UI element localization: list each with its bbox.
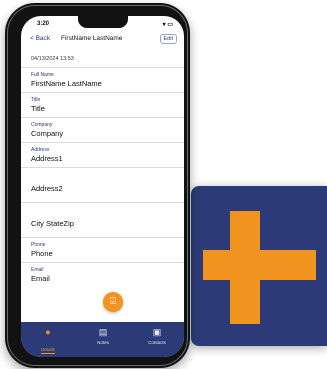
contact-detail-list: 04/13/2024 13:53 Full Name FirstName Las… bbox=[21, 50, 184, 287]
phone-notch bbox=[78, 16, 128, 28]
field-label bbox=[31, 208, 174, 219]
field-value: City StateZip bbox=[31, 219, 74, 228]
edit-button[interactable]: Edit bbox=[159, 34, 177, 44]
plus-icon-crossbar bbox=[203, 250, 316, 280]
phone-screen: 3:20 ▾ ▭ < Back FirstName LastName Edit … bbox=[21, 16, 184, 357]
field-row-phone[interactable]: Phone Phone bbox=[21, 238, 184, 263]
field-label: Email bbox=[31, 267, 44, 273]
timestamp: 04/13/2024 13:53 bbox=[21, 50, 184, 68]
field-row-city-state-zip[interactable]: City StateZip bbox=[21, 203, 184, 238]
field-value: Address2 bbox=[31, 184, 63, 193]
field-value: Company bbox=[31, 129, 64, 138]
field-row-email[interactable]: Email Email bbox=[21, 263, 184, 287]
field-row-company[interactable]: Company Company bbox=[21, 118, 184, 143]
phone-frame: 3:20 ▾ ▭ < Back FirstName LastName Edit … bbox=[5, 3, 190, 368]
page-title: FirstName LastName bbox=[61, 35, 123, 42]
tab-label: Details bbox=[41, 347, 55, 354]
nav-bar: < Back FirstName LastName Edit bbox=[21, 34, 184, 48]
scan-icon: ⌹ bbox=[110, 296, 116, 307]
field-row-address2[interactable]: Address2 bbox=[21, 168, 184, 203]
field-value: Phone bbox=[31, 249, 53, 258]
field-label: Phone bbox=[31, 242, 46, 248]
tab-notes[interactable]: ▤ Notes bbox=[83, 326, 123, 345]
notes-icon: ▤ bbox=[98, 327, 108, 337]
field-row-address1[interactable]: Address Address1 bbox=[21, 143, 184, 168]
field-label: Address bbox=[31, 147, 50, 153]
status-icons: ▾ ▭ bbox=[162, 22, 173, 28]
back-button[interactable]: < Back bbox=[30, 35, 50, 42]
field-value: FirstName LastName bbox=[31, 79, 102, 88]
field-label: Full Name bbox=[31, 72, 54, 78]
status-time: 3:20 bbox=[37, 21, 50, 27]
tab-contacts[interactable]: ▣ Contacts bbox=[137, 326, 177, 345]
tab-label: Notes bbox=[97, 340, 109, 345]
field-value: Address1 bbox=[31, 154, 63, 163]
tab-label: Contacts bbox=[148, 340, 166, 345]
field-label: Title bbox=[31, 97, 41, 103]
field-label: Company bbox=[31, 122, 53, 128]
field-label bbox=[31, 173, 174, 184]
details-icon: ● bbox=[45, 327, 51, 337]
field-row-title[interactable]: Title Title bbox=[21, 93, 184, 118]
tab-bar: ● Details ▤ Notes ▣ Contacts bbox=[21, 322, 184, 357]
scan-button[interactable]: ⌹ bbox=[103, 292, 123, 312]
field-row-full-name[interactable]: Full Name FirstName LastName bbox=[21, 68, 184, 93]
field-value: Email bbox=[31, 274, 50, 283]
tab-details[interactable]: ● Details bbox=[28, 326, 68, 356]
field-value: Title bbox=[31, 104, 45, 113]
contacts-icon: ▣ bbox=[152, 327, 162, 337]
